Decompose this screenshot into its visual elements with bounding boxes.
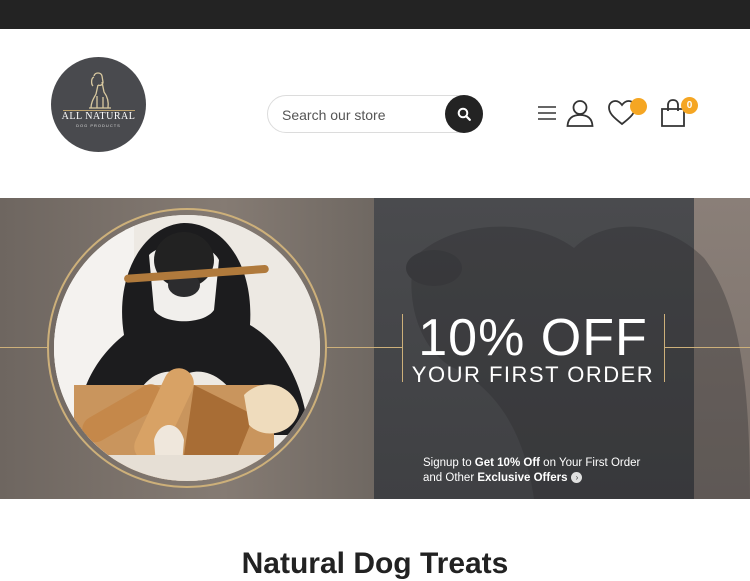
banner-rule-center <box>327 347 402 348</box>
logo-tagline: DOG PRODUCTS <box>76 123 121 128</box>
search-input[interactable] <box>282 105 442 125</box>
menu-icon <box>538 106 556 120</box>
wishlist-count-badge <box>630 98 647 115</box>
user-icon <box>566 100 594 127</box>
signup-line2-prefix: and Other <box>423 472 478 484</box>
banner-rule-left <box>0 347 47 348</box>
menu-button[interactable] <box>536 102 558 124</box>
logo-name: ALL NATURAL <box>61 111 136 122</box>
signup-line-1: Signup to Get 10% Off on Your First Orde… <box>423 456 640 471</box>
chevron-right-icon[interactable]: › <box>571 472 583 484</box>
banner-bracket-right <box>664 314 665 382</box>
search-button[interactable] <box>445 95 483 133</box>
search-icon <box>457 107 471 121</box>
signup-prefix: Signup to <box>423 457 475 469</box>
signup-highlight-1: Get 10% Off <box>474 457 540 469</box>
offer-headline: 10% OFF <box>418 309 648 367</box>
banner-bracket-left <box>402 314 403 382</box>
account-button[interactable] <box>563 96 597 130</box>
promo-banner[interactable]: 10% OFF YOUR FIRST ORDER Signup to Get 1… <box>0 198 750 499</box>
dog-logo-icon <box>89 72 111 109</box>
signup-line-2: and Other Exclusive Offers › <box>423 471 640 486</box>
announcement-bar <box>0 0 750 29</box>
cart-count-badge: 0 <box>681 97 698 114</box>
search-bar <box>267 95 483 133</box>
site-header: ALL NATURAL DOG PRODUCTS Search our stor… <box>0 29 750 198</box>
store-logo[interactable]: ALL NATURAL DOG PRODUCTS <box>51 57 146 152</box>
section-heading: Natural Dog Treats <box>241 547 509 580</box>
banner-rule-right <box>665 347 750 348</box>
offer-subheadline: YOUR FIRST ORDER <box>411 362 655 387</box>
dog-with-treats-photo <box>54 215 320 481</box>
signup-middle: on Your First Order <box>539 457 641 469</box>
signup-highlight-2: Exclusive Offers <box>477 472 568 484</box>
signup-text: Signup to Get 10% Off on Your First Orde… <box>423 456 640 486</box>
